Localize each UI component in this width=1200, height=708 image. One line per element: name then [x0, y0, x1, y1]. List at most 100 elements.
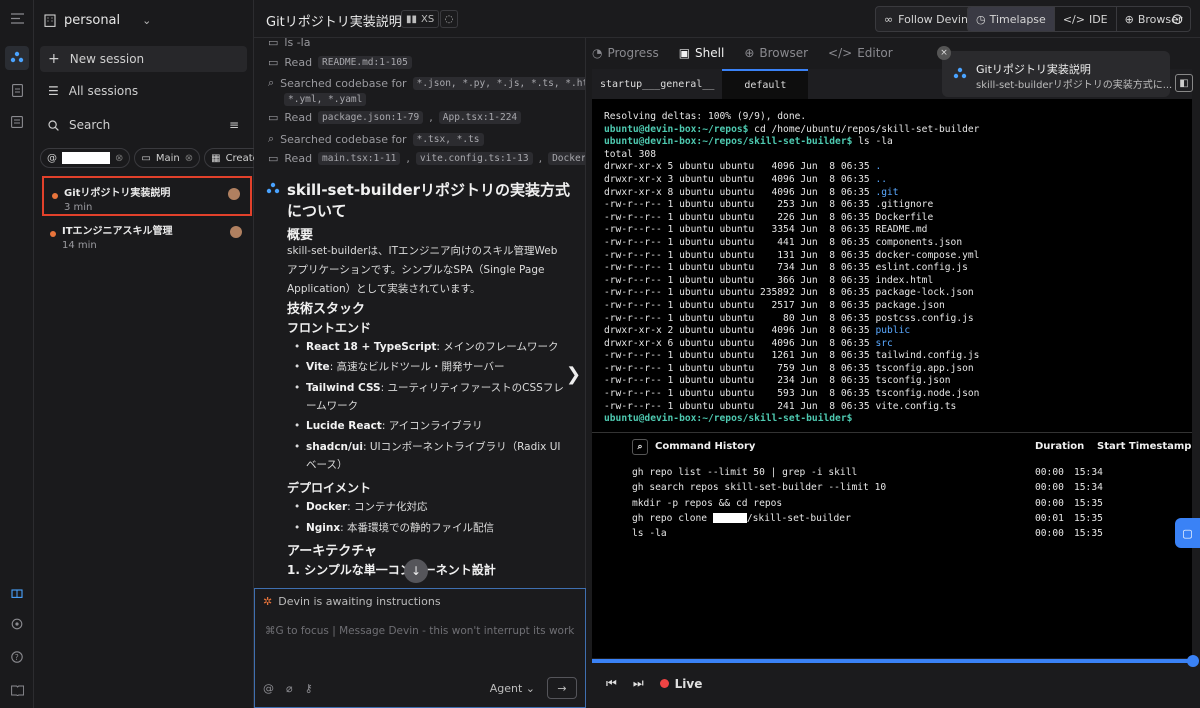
panel-toggle-icon[interactable]: ◧: [1175, 74, 1193, 92]
feedback-button[interactable]: ▢: [1175, 518, 1200, 548]
key-icon[interactable]: ⚷: [305, 682, 313, 695]
history-row[interactable]: gh repo list --limit 50 | grep -i skill 0…: [632, 467, 1172, 482]
clear-icon[interactable]: ⊗: [115, 153, 123, 164]
timeline-handle[interactable]: [1187, 655, 1199, 667]
file-tag[interactable]: main.tsx:1-11: [318, 152, 401, 165]
terminal-text: drwxr-xr-x 3 ubuntu ubuntu 4096 Jun 8 06…: [604, 173, 876, 185]
terminal-line: ubuntu@devin-box:~/repos/skill-set-build…: [604, 413, 1192, 426]
tab-editor[interactable]: </> Editor: [828, 46, 893, 60]
section-heading: 概要: [287, 228, 314, 243]
live-indicator[interactable]: Live: [659, 677, 702, 691]
all-sessions-link[interactable]: ☰ All sessions: [40, 78, 247, 104]
tab-browser[interactable]: ⊕ Browser: [744, 46, 808, 60]
chevron-down-icon: ⌄: [142, 13, 152, 27]
ide-tab[interactable]: </> IDE: [1055, 7, 1117, 31]
file-tag[interactable]: App.tsx:1-224: [438, 111, 522, 124]
activity-item[interactable]: ⌕ Searched codebase for *.tsx, *.ts: [268, 132, 484, 146]
file-tag[interactable]: package.json:1-79: [318, 111, 424, 124]
terminal-text: -rw-r--r-- 1 ubuntu ubuntu 253 Jun 8 06:…: [604, 199, 934, 211]
skip-forward-icon[interactable]: ⏭: [633, 676, 644, 691]
terminal-line: -rw-r--r-- 1 ubuntu ubuntu 3354 Jun 8 06…: [604, 224, 1192, 237]
history-header: ⌕ Command History Duration Start Timesta…: [592, 432, 1192, 460]
new-session-button[interactable]: + New session: [40, 46, 247, 72]
workspace-switcher[interactable]: personal ⌄: [44, 8, 151, 32]
mode-select[interactable]: Agent ⌄: [490, 682, 535, 695]
close-icon[interactable]: ×: [937, 46, 951, 60]
menu-icon[interactable]: [5, 6, 29, 30]
mention-icon[interactable]: @: [263, 682, 274, 695]
session-item[interactable]: ITエンジニアスキル管理 14 min: [42, 216, 252, 256]
activity-item[interactable]: ▭ Read README.md:1-105: [268, 56, 412, 69]
workspace-tabs: ◔ Progress ▣ Shell ⊕ Browser </> Editor: [592, 38, 893, 68]
help-icon[interactable]: ?: [5, 645, 29, 669]
send-button[interactable]: →: [547, 677, 577, 699]
timeline-scrubber[interactable]: [592, 655, 1200, 667]
session-title: Gitリポジトリ実装説明: [266, 15, 402, 30]
file-tag[interactable]: vite.config.ts:1-13: [415, 152, 533, 165]
history-row[interactable]: gh search repos skill-set-builder --limi…: [632, 482, 1172, 497]
list-icon: ☰: [48, 84, 59, 98]
gift-icon[interactable]: [5, 580, 29, 604]
list-item: Docker: コンテナ化対応: [294, 498, 566, 516]
activity-verb: Searched codebase for: [280, 76, 407, 90]
message-input[interactable]: ⌘G to focus | Message Devin - this won't…: [265, 625, 574, 637]
code-icon: </>: [828, 46, 853, 60]
follow-devin-button[interactable]: ∞ Follow Devin: [875, 6, 977, 32]
history-row[interactable]: ls -la 00:00 15:35: [632, 528, 1172, 543]
session-item-active[interactable]: Gitリポジトリ実装説明 3 min: [42, 176, 252, 216]
clear-icon[interactable]: ⊗: [185, 153, 193, 164]
idea-button[interactable]: ◌: [440, 10, 458, 28]
file-tag[interactable]: README.md:1-105: [318, 56, 412, 69]
search-icon[interactable]: ⌕: [632, 439, 648, 455]
skip-back-icon[interactable]: ⏮: [606, 676, 617, 691]
collapse-panel-icon[interactable]: ❯: [566, 364, 581, 385]
tab-shell[interactable]: ▣ Shell: [679, 46, 725, 60]
list-item-term: React 18 + TypeScript: [306, 341, 437, 353]
attachment-icon[interactable]: ⌀: [286, 682, 293, 695]
document-icon[interactable]: [5, 78, 29, 102]
terminal-text: -rw-r--r-- 1 ubuntu ubuntu 734 Jun 8 06:…: [604, 262, 968, 274]
devin-logo-icon: [953, 67, 967, 79]
file-tag[interactable]: Dockerfile:1-17: [548, 152, 585, 165]
directory-name: .: [875, 161, 882, 173]
activity-item[interactable]: ⌕ Searched codebase for *.json, *.py, *.js…: [268, 76, 585, 90]
at-icon: @: [47, 152, 57, 164]
history-row[interactable]: gh repo clone /skill-set-builder 00:01 15:…: [632, 512, 1172, 528]
terminal-tab-active[interactable]: default: [722, 69, 809, 99]
terminal-line: Resolving deltas: 100% (9/9), done.: [604, 111, 1192, 124]
code-icon: </>: [1062, 12, 1085, 26]
list-icon[interactable]: [5, 110, 29, 134]
list-item: React 18 + TypeScript: メインのフレームワーク: [294, 338, 566, 356]
terminal-tab[interactable]: startup___general__: [592, 69, 722, 99]
tab-progress[interactable]: ◔ Progress: [592, 46, 659, 60]
activity-item[interactable]: ▭ Read package.json:1-79, App.tsx:1-224: [268, 111, 522, 124]
user-filter-chip[interactable]: @ ⊗: [40, 148, 131, 168]
directory-name: public: [875, 325, 911, 337]
notification-body: skill-set-builderリポジトリの実装方式に...: [976, 80, 1173, 91]
activity-item[interactable]: ▭ Read main.tsx:1-11, vite.config.ts:1-13, D…: [268, 152, 585, 165]
terminal-text: total 308: [604, 148, 656, 160]
terminal-icon: ▣: [678, 46, 691, 60]
filter-icon[interactable]: ≡: [229, 118, 239, 132]
devin-logo-icon[interactable]: [5, 46, 29, 70]
terminal-output[interactable]: Resolving deltas: 100% (9/9), done. ubunt…: [592, 99, 1192, 467]
list-item-desc: : メインのフレームワーク: [436, 341, 559, 353]
size-badge[interactable]: ▮▮ XS: [401, 10, 440, 28]
avatar: [228, 188, 240, 200]
shell-prompt: ubuntu@devin-box:~/repos/skill-set-build…: [604, 136, 853, 148]
live-dot: [659, 679, 669, 688]
terminal-text: drwxr-xr-x 6 ubuntu ubuntu 4096 Jun 8 06…: [604, 337, 876, 349]
history-duration: 00:00: [1035, 528, 1064, 540]
settings-icon[interactable]: [5, 612, 29, 636]
search-input[interactable]: Search ≡: [40, 112, 247, 138]
activity-item[interactable]: ▭ ls -la: [268, 38, 310, 49]
branch-filter-chip[interactable]: ▭ Main ⊗: [134, 148, 201, 168]
notification-toast[interactable]: × Gitリポジトリ実装説明 skill-set-builderリポジトリの実装…: [937, 46, 1173, 97]
timelapse-tab[interactable]: ◷ Timelapse: [968, 7, 1055, 31]
pattern-tag: *.yml, *.yaml: [284, 93, 367, 106]
history-row[interactable]: mkdir -p repos && cd repos 00:00 15:35: [632, 498, 1172, 513]
book-icon[interactable]: [5, 678, 29, 702]
terminal-line: -rw-r--r-- 1 ubuntu ubuntu 235892 Jun 8 …: [604, 287, 1192, 300]
more-options-icon[interactable]: ⊙: [1171, 10, 1184, 28]
scroll-down-button[interactable]: ↓: [404, 559, 428, 583]
